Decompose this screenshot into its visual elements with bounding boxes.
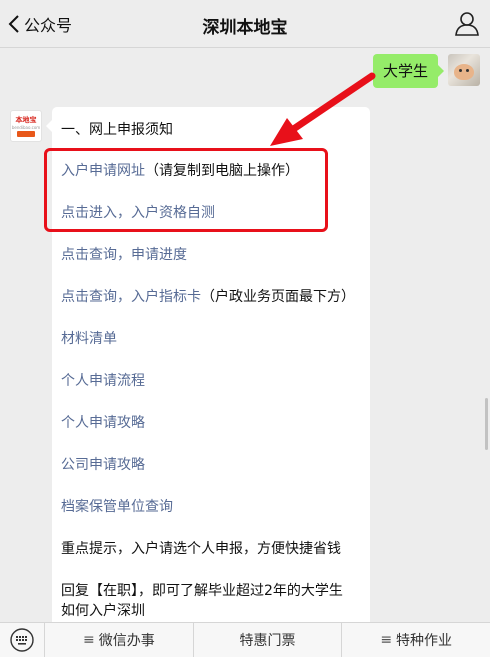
- menu-special-operations-label: 特种作业: [396, 633, 453, 649]
- menu-list-icon: ≡: [380, 632, 393, 648]
- official-account-avatar[interactable]: 本地宝 bendibao.com: [10, 110, 42, 142]
- message-tip: 重点提示，入户请选个人申报，方便快捷省钱: [61, 541, 341, 557]
- message-reply-hint-line1: 回复【在职】，即可了解毕业超过2年的大学生: [61, 583, 343, 599]
- outgoing-message-bubble[interactable]: 大学生: [372, 54, 445, 88]
- link-personal-process[interactable]: 个人申请流程: [61, 372, 145, 390]
- top-navigation-bar: 公众号 深圳本地宝: [0, 0, 490, 48]
- chat-scrollbar[interactable]: [485, 398, 488, 450]
- menu-wechat-services-label: 微信办事: [98, 633, 155, 649]
- avatar-logo-badge: [17, 130, 35, 137]
- user-avatar[interactable]: [448, 54, 480, 86]
- user-profile-icon[interactable]: [454, 10, 480, 36]
- highlight-box: [44, 148, 328, 232]
- outgoing-message-text: 大学生: [382, 62, 428, 80]
- link-quota-card[interactable]: 点击查询，入户指标卡: [61, 289, 201, 305]
- keyboard-icon: [10, 628, 34, 652]
- avatar-logo-text: 本地宝: [15, 115, 37, 124]
- menu-special-operations[interactable]: ≡ 特种作业: [342, 623, 490, 657]
- avatar-logo-subtext: bendibao.com: [11, 124, 41, 130]
- link-personal-guide[interactable]: 个人申请攻略: [61, 414, 145, 432]
- bottom-menu-bar: ≡ 微信办事 特惠门票 ≡ 特种作业: [0, 622, 490, 657]
- link-archive-query[interactable]: 档案保管单位查询: [61, 498, 173, 516]
- page-title: 深圳本地宝: [202, 18, 288, 38]
- menu-list-icon: ≡: [82, 632, 95, 648]
- link-check-progress[interactable]: 点击查询，申请进度: [61, 246, 187, 264]
- menu-discount-tickets[interactable]: 特惠门票: [194, 623, 342, 657]
- dog-avatar-image: [454, 64, 474, 80]
- link-quota-card-note: （户政业务页面最下方）: [201, 289, 355, 305]
- message-reply-hint-line2: 如何入户深圳: [61, 603, 145, 619]
- menu-discount-tickets-label: 特惠门票: [239, 633, 296, 649]
- link-materials-list[interactable]: 材料清单: [61, 330, 117, 348]
- link-company-guide[interactable]: 公司申请攻略: [61, 456, 145, 474]
- message-heading: 一、网上申报须知: [61, 122, 173, 138]
- outgoing-message-row: 大学生: [372, 54, 480, 88]
- message-line-4: 点击查询，入户指标卡（户政业务页面最下方）: [61, 288, 355, 306]
- menu-wechat-services[interactable]: ≡ 微信办事: [45, 623, 193, 657]
- keyboard-toggle-button[interactable]: [0, 623, 44, 657]
